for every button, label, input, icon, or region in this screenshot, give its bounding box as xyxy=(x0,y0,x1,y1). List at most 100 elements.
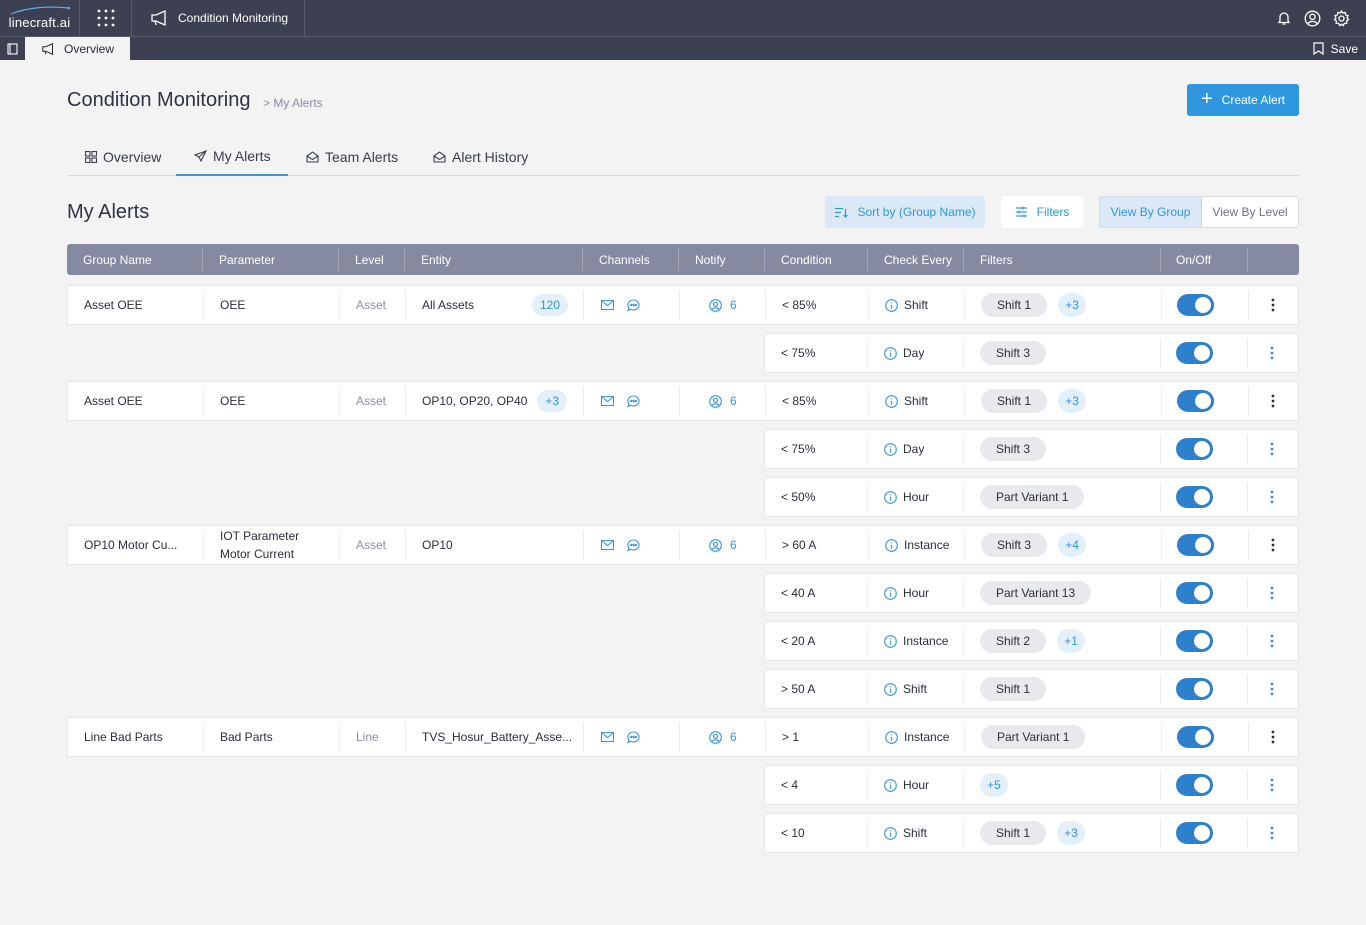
filter-chip[interactable]: Shift 1 xyxy=(980,821,1047,845)
filter-chip[interactable]: Shift 3 xyxy=(980,341,1047,365)
filter-chip[interactable]: Shift 3 xyxy=(981,533,1048,557)
row-menu-button[interactable] xyxy=(1263,488,1281,506)
mail-icon[interactable] xyxy=(601,732,614,742)
row-menu-button[interactable] xyxy=(1263,344,1281,362)
entity-count-badge[interactable]: 120 xyxy=(531,294,568,316)
apps-grid-button[interactable] xyxy=(80,0,132,36)
bell-icon[interactable] xyxy=(1276,10,1292,26)
row-menu-button[interactable] xyxy=(1264,536,1282,554)
workspace-tab-overview[interactable]: Overview xyxy=(25,37,130,61)
user-circle-icon[interactable] xyxy=(1304,10,1321,27)
filter-chip[interactable]: Shift 1 xyxy=(981,293,1048,317)
chat-channel[interactable] xyxy=(627,394,640,408)
mail-icon[interactable] xyxy=(601,396,614,406)
chat-channel[interactable] xyxy=(627,538,640,552)
gear-icon[interactable] xyxy=(1333,9,1350,27)
column-group-name[interactable]: Group Name xyxy=(67,244,152,275)
table-row[interactable]: < 40 A Hour Part Variant 13 xyxy=(764,573,1299,613)
alert-toggle[interactable] xyxy=(1176,486,1213,508)
row-menu-button[interactable] xyxy=(1264,296,1282,314)
column-filters[interactable]: Filters xyxy=(964,244,1013,275)
alert-toggle[interactable] xyxy=(1176,822,1213,844)
tab-alert-history[interactable]: Alert History xyxy=(433,138,528,176)
sort-button[interactable]: Sort by (Group Name) xyxy=(825,196,985,228)
row-menu-button[interactable] xyxy=(1263,440,1281,458)
notify-count[interactable]: 6 xyxy=(730,730,737,744)
filter-more-badge[interactable]: +4 xyxy=(1058,533,1087,557)
row-menu-button[interactable] xyxy=(1263,632,1281,650)
mail-icon[interactable] xyxy=(601,300,614,310)
chat-icon[interactable] xyxy=(627,394,640,408)
column-level[interactable]: Level xyxy=(339,244,384,275)
column-condition[interactable]: Condition xyxy=(765,244,832,275)
chat-channel[interactable] xyxy=(627,730,640,744)
module-title[interactable]: Condition Monitoring xyxy=(132,0,306,36)
filter-more-badge[interactable]: +5 xyxy=(980,773,1008,797)
table-row[interactable]: Asset OEE OEE Asset OP10, OP20, OP40 +3 6 < 85… xyxy=(67,381,1299,421)
filter-chip[interactable]: Part Variant 1 xyxy=(981,725,1086,749)
mail-icon[interactable] xyxy=(601,540,614,550)
alert-toggle[interactable] xyxy=(1177,294,1214,316)
alert-toggle[interactable] xyxy=(1176,438,1213,460)
filters-button[interactable]: Filters xyxy=(1001,196,1083,228)
chat-icon[interactable] xyxy=(627,538,640,552)
table-row[interactable]: < 20 A Instance Shift 2 +1 xyxy=(764,621,1299,661)
column-check-every[interactable]: Check Every xyxy=(868,244,952,275)
view-by-level-option[interactable]: View By Level xyxy=(1202,197,1298,227)
notify-count[interactable]: 6 xyxy=(730,298,737,312)
table-row[interactable]: < 4 Hour +5 xyxy=(764,765,1299,805)
create-alert-button[interactable]: + Create Alert xyxy=(1187,84,1299,116)
column-on-off[interactable]: On/Off xyxy=(1160,244,1211,275)
pin-tab-button[interactable] xyxy=(0,37,24,60)
row-menu-button[interactable] xyxy=(1263,680,1281,698)
row-menu-button[interactable] xyxy=(1263,584,1281,602)
tab-team-alerts[interactable]: Team Alerts xyxy=(306,138,398,176)
filter-chip[interactable]: Part Variant 1 xyxy=(980,485,1085,509)
tab-my-alerts[interactable]: My Alerts xyxy=(176,138,288,176)
alert-toggle[interactable] xyxy=(1176,774,1213,796)
table-row[interactable]: OP10 Motor Cu... IOT Parameter Motor Curre… xyxy=(67,525,1299,565)
column-notify[interactable]: Notify xyxy=(679,244,726,275)
row-menu-button[interactable] xyxy=(1263,824,1281,842)
table-row[interactable]: > 50 A Shift Shift 1 xyxy=(764,669,1299,709)
alert-toggle[interactable] xyxy=(1177,534,1214,556)
alert-toggle[interactable] xyxy=(1177,390,1214,412)
row-menu-button[interactable] xyxy=(1264,392,1282,410)
alert-toggle[interactable] xyxy=(1176,342,1213,364)
table-row[interactable]: < 75% Day Shift 3 xyxy=(764,333,1299,373)
notify-count[interactable]: 6 xyxy=(730,394,737,408)
alert-toggle[interactable] xyxy=(1176,678,1213,700)
filter-chip[interactable]: Shift 1 xyxy=(981,389,1048,413)
save-button[interactable]: Save xyxy=(1313,37,1358,60)
chat-icon[interactable] xyxy=(627,730,640,744)
filter-chip[interactable]: Shift 3 xyxy=(980,437,1047,461)
notify-count[interactable]: 6 xyxy=(730,538,737,552)
column-parameter[interactable]: Parameter xyxy=(203,244,275,275)
alert-toggle[interactable] xyxy=(1176,630,1213,652)
filter-more-badge[interactable]: +1 xyxy=(1057,629,1086,653)
row-menu-button[interactable] xyxy=(1263,776,1281,794)
tab-overview[interactable]: Overview xyxy=(85,138,161,176)
filter-more-badge[interactable]: +3 xyxy=(1058,293,1087,317)
filter-chip[interactable]: Shift 1 xyxy=(980,677,1047,701)
filter-more-badge[interactable]: +3 xyxy=(1058,389,1087,413)
column-entity[interactable]: Entity xyxy=(405,244,451,275)
alert-toggle[interactable] xyxy=(1177,726,1214,748)
filter-chip[interactable]: Part Variant 13 xyxy=(980,581,1092,605)
logo[interactable]: linecraft.ai xyxy=(0,0,80,36)
filter-chip[interactable]: Shift 2 xyxy=(980,629,1047,653)
column-channels[interactable]: Channels xyxy=(583,244,650,275)
table-row[interactable]: Asset OEE OEE Asset All Assets 120 6 < 85% Shif… xyxy=(67,285,1299,325)
table-row[interactable]: < 50% Hour Part Variant 1 xyxy=(764,477,1299,517)
filter-more-badge[interactable]: +3 xyxy=(1057,821,1086,845)
row-menu-button[interactable] xyxy=(1264,728,1282,746)
chat-icon[interactable] xyxy=(627,298,640,312)
alert-toggle[interactable] xyxy=(1176,582,1213,604)
table-row[interactable]: < 10 Shift Shift 1 +3 xyxy=(764,813,1299,853)
table-row[interactable]: Line Bad Parts Bad Parts Line TVS_Hosur_Bat… xyxy=(67,717,1299,757)
view-by-group-option[interactable]: View By Group xyxy=(1100,197,1202,227)
table-row[interactable]: < 75% Day Shift 3 xyxy=(764,429,1299,469)
chat-channel[interactable] xyxy=(627,298,640,312)
breadcrumb[interactable]: > My Alerts xyxy=(263,96,323,110)
entity-count-badge[interactable]: +3 xyxy=(537,390,568,412)
